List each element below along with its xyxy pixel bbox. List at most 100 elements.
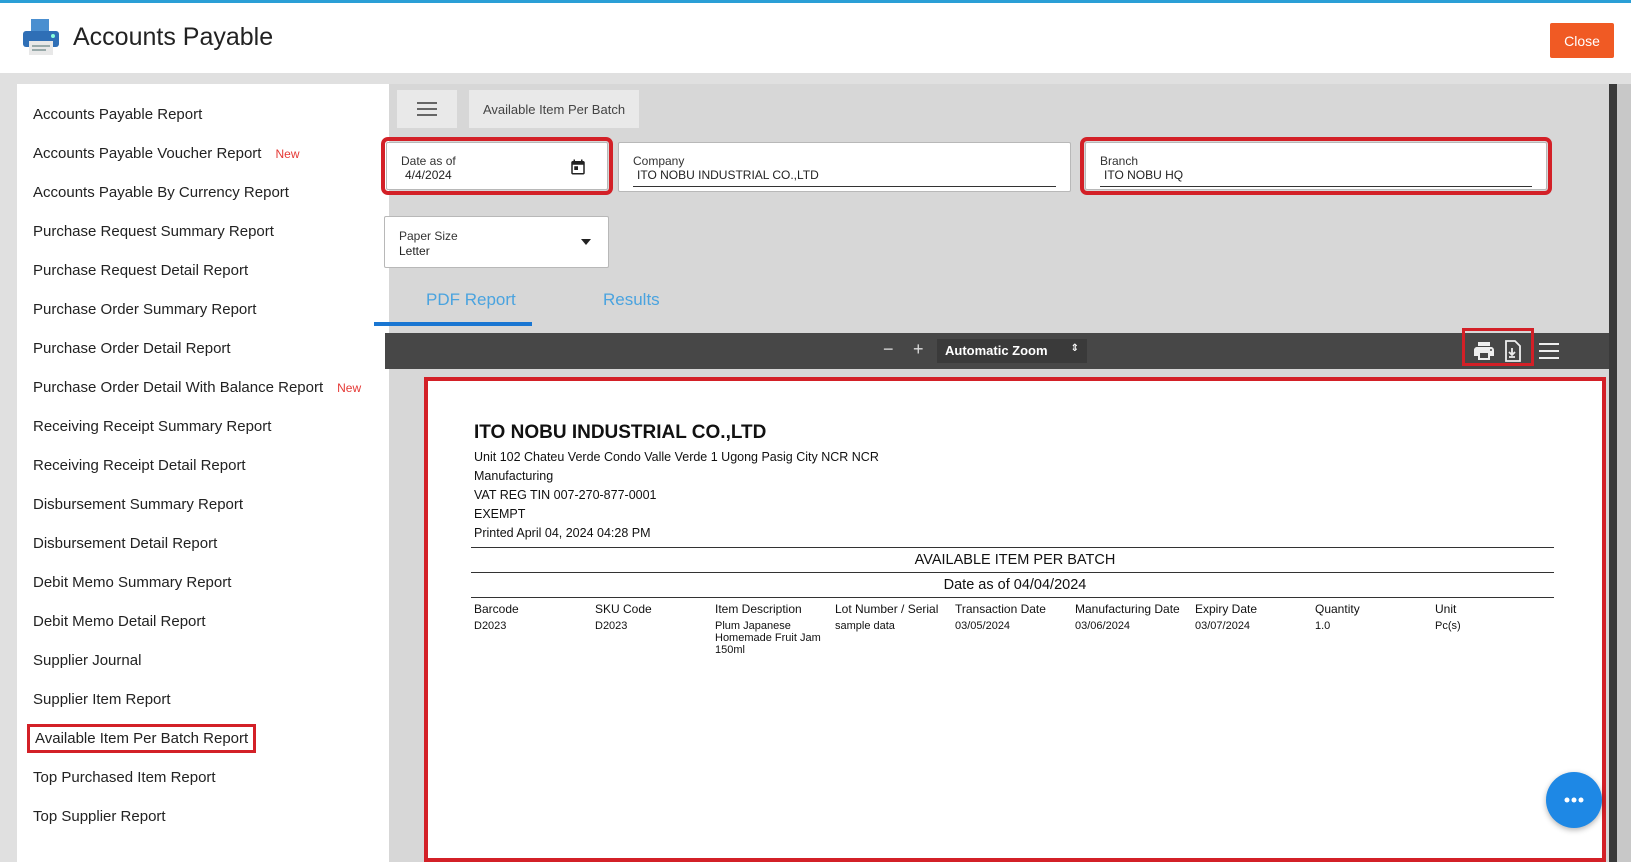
sidebar-item-label: Supplier Journal — [33, 652, 142, 669]
cell-manufacturing-date: 03/06/2024 — [1075, 620, 1131, 632]
cell-transaction-date: 03/05/2024 — [955, 620, 1011, 632]
sidebar-item-label: Purchase Order Summary Report — [33, 301, 257, 318]
main-panel: Available Item Per Batch Date as of 4/4/… — [374, 84, 1617, 862]
sidebar-item-supplier-item[interactable]: Supplier Item Report — [33, 691, 171, 708]
pdf-page: ITO NOBU INDUSTRIAL CO.,LTD Unit 102 Cha… — [424, 377, 1606, 862]
sidebar-item-label: Accounts Payable Voucher Report — [33, 145, 262, 162]
breadcrumb-tab[interactable]: Available Item Per Batch — [469, 90, 639, 128]
company-underline — [633, 186, 1056, 187]
company-value: ITO NOBU INDUSTRIAL CO.,LTD — [637, 168, 819, 182]
select-arrows-icon: ⇕ — [1070, 343, 1079, 354]
sidebar-item-rr-detail[interactable]: Receiving Receipt Detail Report — [33, 457, 246, 474]
cell-description: Plum Japanese Homemade Fruit Jam 150ml — [715, 620, 821, 656]
sidebar-item-label: Debit Memo Summary Report — [33, 574, 232, 591]
sidebar-item-po-detail-balance[interactable]: Purchase Order Detail With Balance Repor… — [33, 379, 361, 396]
app-title: Accounts Payable — [73, 23, 274, 51]
new-badge: New — [337, 381, 362, 395]
new-badge: New — [275, 147, 300, 161]
date-label: Date as of — [401, 154, 456, 168]
download-icon[interactable] — [1500, 339, 1524, 363]
col-unit: Unit — [1435, 602, 1457, 616]
paper-size-select[interactable]: Paper Size Letter — [384, 216, 609, 268]
company-field[interactable]: Company ITO NOBU INDUSTRIAL CO.,LTD — [618, 142, 1071, 192]
date-as-of-field[interactable]: Date as of 4/4/2024 — [381, 137, 613, 195]
print-icon[interactable] — [1472, 339, 1496, 363]
cell-quantity: 1.0 — [1315, 620, 1331, 632]
report-table-header: Barcode SKU Code Item Description Lot Nu… — [474, 602, 1554, 618]
scrollbar-track[interactable] — [1617, 84, 1631, 862]
sidebar-item-ap-currency[interactable]: Accounts Payable By Currency Report — [33, 184, 289, 201]
active-tab-indicator — [374, 322, 532, 326]
sidebar-item-dm-detail[interactable]: Debit Memo Detail Report — [33, 613, 206, 630]
app-header: Accounts Payable Close — [0, 3, 1631, 73]
col-transaction-date: Transaction Date — [955, 602, 1046, 616]
sidebar-item-label: Debit Memo Detail Report — [33, 613, 206, 630]
col-quantity: Quantity — [1315, 602, 1360, 616]
close-button[interactable]: Close — [1550, 23, 1614, 58]
paper-size-value: Letter — [399, 244, 430, 258]
chat-fab-button[interactable] — [1546, 772, 1602, 828]
hamburger-icon — [417, 102, 437, 116]
more-dots-icon — [1564, 797, 1584, 803]
report-company-name: ITO NOBU INDUSTRIAL CO.,LTD — [474, 422, 767, 443]
table-row: D2023 D2023 Plum Japanese Homemade Fruit… — [474, 620, 1554, 660]
col-expiry-date: Expiry Date — [1195, 602, 1258, 616]
sidebar-item-pr-detail[interactable]: Purchase Request Detail Report — [33, 262, 248, 279]
tab-pdf-report[interactable]: PDF Report — [426, 290, 516, 310]
sidebar-item-label: Disbursement Summary Report — [33, 496, 244, 513]
branch-value: ITO NOBU HQ — [1104, 168, 1184, 182]
sidebar-item-po-detail[interactable]: Purchase Order Detail Report — [33, 340, 231, 357]
cell-barcode: D2023 — [474, 620, 507, 632]
sidebar-item-dm-summary[interactable]: Debit Memo Summary Report — [33, 574, 231, 591]
tab-results[interactable]: Results — [603, 290, 660, 310]
sidebar-item-ap-voucher[interactable]: Accounts Payable Voucher Report New — [33, 145, 300, 162]
sidebar-item-label: Disbursement Detail Report — [33, 535, 218, 552]
sidebar-item-label: Purchase Request Summary Report — [33, 223, 274, 240]
report-tin: VAT REG TIN 007-270-877-0001 — [474, 488, 657, 502]
sidebar-item-label: Top Supplier Report — [33, 808, 166, 825]
branch-underline — [1100, 186, 1532, 187]
sidebar-item-label: Receiving Receipt Detail Report — [33, 457, 246, 474]
pdf-viewer-toolbar: − + Automatic Zoom ⇕ — [385, 328, 1617, 369]
report-printed: Printed April 04, 2024 04:28 PM — [474, 526, 651, 540]
sidebar-item-label: Purchase Order Detail Report — [33, 340, 231, 357]
cell-lot: sample data — [835, 620, 895, 632]
sidebar-item-top-purchased[interactable]: Top Purchased Item Report — [33, 769, 216, 786]
sidebar-item-pr-summary[interactable]: Purchase Request Summary Report — [33, 223, 274, 240]
cell-unit: Pc(s) — [1435, 620, 1461, 632]
col-description: Item Description — [715, 602, 802, 616]
sidebar-item-disb-detail[interactable]: Disbursement Detail Report — [33, 535, 217, 552]
report-title: AVAILABLE ITEM PER BATCH — [914, 552, 1116, 568]
zoom-select[interactable]: Automatic Zoom ⇕ — [937, 339, 1087, 363]
menu-toggle-button[interactable] — [397, 90, 457, 128]
tools-menu-icon[interactable] — [1537, 339, 1561, 363]
report-industry: Manufacturing — [474, 469, 554, 483]
branch-field[interactable]: Branch ITO NOBU HQ — [1080, 137, 1552, 195]
sidebar-item-label: Purchase Request Detail Report — [33, 262, 249, 279]
sidebar-item-disb-summary[interactable]: Disbursement Summary Report — [33, 496, 243, 513]
zoom-select-label: Automatic Zoom — [945, 343, 1048, 358]
scrollbar-thumb[interactable] — [1609, 84, 1617, 862]
branch-label: Branch — [1100, 154, 1139, 168]
report-subtitle: Date as of 04/04/2024 — [943, 577, 1087, 593]
sidebar-item-supplier-journal[interactable]: Supplier Journal — [33, 652, 141, 669]
report-address: Unit 102 Chateu Verde Condo Valle Verde … — [474, 450, 879, 464]
zoom-out-button[interactable]: − — [883, 339, 894, 360]
sidebar-item-label: Purchase Order Detail With Balance Repor… — [33, 379, 324, 396]
report-rule — [471, 597, 1554, 598]
printer-app-icon — [23, 19, 59, 55]
dropdown-arrow-icon — [581, 239, 591, 245]
calendar-icon[interactable] — [569, 158, 587, 176]
sidebar-item-label: Accounts Payable By Currency Report — [33, 184, 289, 201]
report-vat: EXEMPT — [474, 507, 526, 521]
report-rule — [471, 572, 1554, 573]
sidebar-item-rr-summary[interactable]: Receiving Receipt Summary Report — [33, 418, 271, 435]
cell-expiry-date: 03/07/2024 — [1195, 620, 1251, 632]
cell-sku: D2023 — [595, 620, 628, 632]
sidebar-item-label: Supplier Item Report — [33, 691, 171, 708]
zoom-in-button[interactable]: + — [913, 339, 924, 360]
sidebar-item-available-item-batch[interactable]: Available Item Per Batch Report — [26, 724, 257, 753]
sidebar-item-po-summary[interactable]: Purchase Order Summary Report — [33, 301, 256, 318]
sidebar-item-ap-report[interactable]: Accounts Payable Report — [33, 106, 202, 123]
sidebar-item-top-supplier[interactable]: Top Supplier Report — [33, 808, 166, 825]
